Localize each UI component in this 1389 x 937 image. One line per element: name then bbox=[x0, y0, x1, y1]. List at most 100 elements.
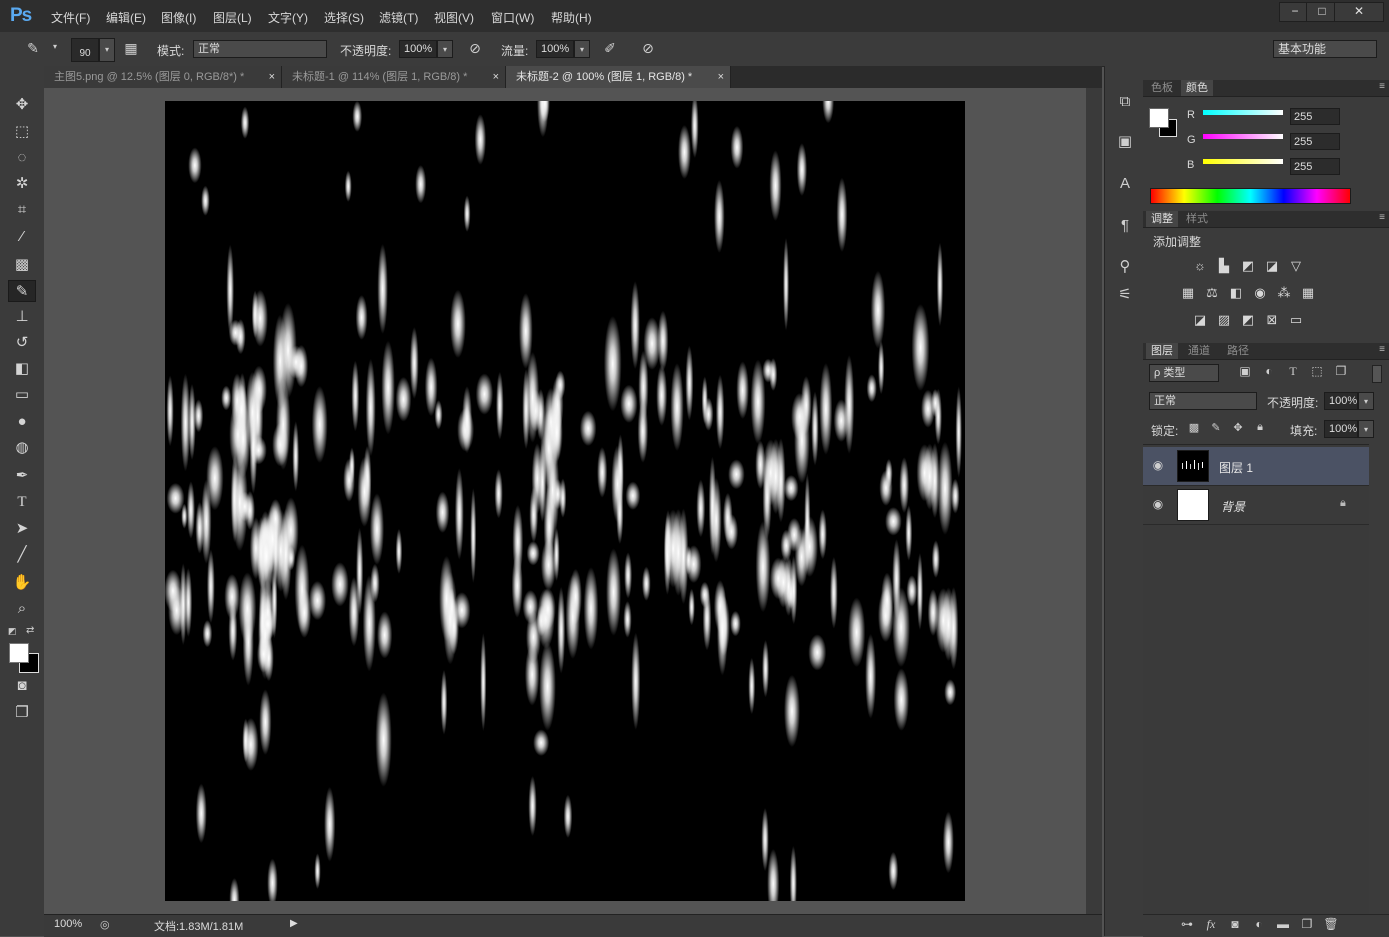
delete-layer-icon[interactable]: 🗑︎ bbox=[1323, 917, 1339, 931]
blur-tool-icon[interactable]: ● bbox=[8, 411, 36, 433]
threshold-icon[interactable]: ◩ bbox=[1239, 312, 1257, 328]
status-menu-icon[interactable]: ◎ bbox=[100, 918, 110, 931]
magic-wand-tool-icon[interactable]: ✲ bbox=[8, 173, 36, 195]
blue-value[interactable]: 255 bbox=[1290, 158, 1340, 175]
type-tool-icon[interactable]: T bbox=[8, 491, 36, 513]
fill-field[interactable]: 100% bbox=[1324, 420, 1358, 438]
foreground-color-swatch[interactable] bbox=[9, 643, 29, 663]
clone-stamp-tool-icon[interactable]: ⊥ bbox=[8, 306, 36, 328]
link-layers-icon[interactable]: ⊶ bbox=[1179, 917, 1195, 931]
tab-layers[interactable]: 图层 bbox=[1146, 343, 1178, 359]
swap-colors-icon[interactable]: ⇄ bbox=[26, 625, 34, 636]
levels-icon[interactable]: ▙ bbox=[1215, 258, 1233, 274]
posterize-icon[interactable]: ▨ bbox=[1215, 312, 1233, 328]
fill-dropdown[interactable]: ▾ bbox=[1358, 420, 1374, 438]
menu-type[interactable]: 文字(Y) bbox=[268, 9, 308, 26]
mode-select[interactable]: 正常 bbox=[193, 40, 327, 58]
workspace-switcher[interactable]: 基本功能 bbox=[1273, 40, 1377, 58]
hand-tool-icon[interactable]: ✋ bbox=[8, 572, 36, 594]
dodge-tool-icon[interactable]: ◍ bbox=[8, 437, 36, 459]
tab-adjustments[interactable]: 调整 bbox=[1146, 211, 1178, 227]
panel-menu-icon[interactable]: ≡ bbox=[1379, 212, 1385, 223]
type-filter-icon[interactable]: T bbox=[1285, 364, 1301, 379]
close-icon[interactable]: × bbox=[269, 66, 275, 88]
history-brush-tool-icon[interactable]: ↺ bbox=[8, 332, 36, 354]
pen-tool-icon[interactable]: ✒ bbox=[8, 465, 36, 487]
color-spectrum-bar[interactable] bbox=[1150, 188, 1351, 204]
exposure-icon[interactable]: ◪ bbox=[1263, 258, 1281, 274]
photo-filter-icon[interactable]: ◉ bbox=[1251, 285, 1269, 301]
smart-object-filter-icon[interactable]: ❐ bbox=[1333, 364, 1349, 378]
healing-brush-tool-icon[interactable]: ▩ bbox=[8, 254, 36, 276]
tab-doc-2[interactable]: 未标题-1 @ 114% (图层 1, RGB/8) * × bbox=[282, 66, 506, 88]
menu-edit[interactable]: 编辑(E) bbox=[106, 9, 146, 26]
red-value[interactable]: 255 bbox=[1290, 108, 1340, 125]
tab-paths[interactable]: 路径 bbox=[1222, 343, 1254, 359]
brush-preset-icon[interactable]: ✎ bbox=[22, 40, 44, 57]
red-slider[interactable] bbox=[1203, 110, 1283, 115]
fg-color-chip[interactable] bbox=[1149, 108, 1169, 128]
path-selection-tool-icon[interactable]: ➤ bbox=[8, 518, 36, 540]
visibility-eye-icon[interactable]: ◉ bbox=[1151, 497, 1165, 511]
curves-icon[interactable]: ◩ bbox=[1239, 258, 1257, 274]
invert-icon[interactable]: ◪ bbox=[1191, 312, 1209, 328]
gradient-tool-icon[interactable]: ▭ bbox=[8, 384, 36, 406]
airbrush-icon[interactable]: ✐ bbox=[600, 40, 620, 57]
brightness-icon[interactable]: ☼ bbox=[1191, 258, 1209, 274]
line-tool-icon[interactable]: ╱ bbox=[8, 544, 36, 566]
menu-layer[interactable]: 图层(L) bbox=[213, 9, 252, 26]
brush-tool-icon[interactable]: ✎ bbox=[8, 280, 36, 302]
paragraph-panel-icon[interactable]: ¶ bbox=[1115, 216, 1135, 236]
layer-opacity-dropdown[interactable]: ▾ bbox=[1358, 392, 1374, 410]
lasso-tool-icon[interactable]: ◌ bbox=[8, 147, 36, 169]
zoom-tool-icon[interactable]: ⌕ bbox=[8, 598, 36, 620]
black-white-icon[interactable]: ◧ bbox=[1227, 285, 1245, 301]
character-panel-icon[interactable]: A bbox=[1115, 174, 1135, 194]
zoom-level[interactable]: 100% bbox=[54, 918, 82, 930]
shape-filter-icon[interactable]: ⬚ bbox=[1309, 364, 1325, 378]
color-lookup-icon[interactable]: ▦ bbox=[1299, 285, 1317, 301]
pixel-filter-icon[interactable]: ▣ bbox=[1237, 364, 1253, 378]
flow-dropdown[interactable]: ▾ bbox=[574, 40, 590, 58]
panel-menu-icon[interactable]: ≡ bbox=[1379, 344, 1385, 355]
menu-window[interactable]: 窗口(W) bbox=[491, 9, 534, 26]
menu-help[interactable]: 帮助(H) bbox=[551, 9, 592, 26]
selective-color-icon[interactable]: ▭ bbox=[1287, 312, 1305, 328]
vibrance-icon[interactable]: ▽ bbox=[1287, 258, 1305, 274]
tab-doc-3[interactable]: 未标题-2 @ 100% (图层 1, RGB/8) * × bbox=[506, 66, 731, 88]
fx-icon[interactable]: fx bbox=[1203, 917, 1219, 932]
marquee-tool-icon[interactable]: ⬚ bbox=[8, 121, 36, 143]
crop-tool-icon[interactable]: ⌗ bbox=[8, 199, 36, 221]
status-arrow-icon[interactable]: ▶ bbox=[290, 918, 298, 929]
pressure-opacity-icon[interactable]: ⊘ bbox=[465, 40, 485, 57]
layer-name[interactable]: 背景 bbox=[1221, 498, 1245, 515]
layer-name[interactable]: 图层 1 bbox=[1219, 459, 1253, 476]
menu-filter[interactable]: 滤镜(T) bbox=[379, 9, 418, 26]
brush-preset-dropdown-icon[interactable]: ▾ bbox=[50, 42, 60, 51]
tool-presets-panel-icon[interactable]: ⚟ bbox=[1115, 285, 1135, 305]
color-balance-icon[interactable]: ⚖ bbox=[1203, 285, 1221, 301]
layer-row-selected[interactable]: ◉ 图层 1 bbox=[1143, 447, 1369, 486]
channel-mixer-icon[interactable]: ⁂ bbox=[1275, 285, 1293, 301]
filter-toggle[interactable] bbox=[1372, 365, 1382, 383]
default-colors-icon[interactable]: ◩ bbox=[8, 626, 17, 637]
gradient-map-icon[interactable]: ⊠ bbox=[1263, 312, 1281, 328]
brush-presets-panel-icon[interactable]: ⚲ bbox=[1115, 257, 1135, 277]
add-mask-icon[interactable]: ◙ bbox=[1227, 917, 1243, 931]
hue-saturation-icon[interactable]: ▦ bbox=[1179, 285, 1197, 301]
blue-slider[interactable] bbox=[1203, 159, 1283, 164]
history-panel-icon[interactable]: ⧉ bbox=[1115, 92, 1135, 112]
brush-size-field[interactable]: 90 bbox=[71, 38, 99, 62]
layer-row[interactable]: ◉ 背景 🔒︎ bbox=[1143, 486, 1369, 525]
close-button[interactable]: ✕ bbox=[1334, 2, 1384, 22]
opacity-field[interactable]: 100% bbox=[399, 40, 437, 58]
tab-channels[interactable]: 通道 bbox=[1183, 343, 1215, 359]
layer-filter-select[interactable]: ρ 类型 bbox=[1149, 364, 1219, 382]
quick-mask-icon[interactable]: ◙ bbox=[8, 675, 36, 697]
menu-file[interactable]: 文件(F) bbox=[51, 9, 90, 26]
tab-color[interactable]: 颜色 bbox=[1181, 80, 1213, 96]
lock-pixels-icon[interactable]: ✎ bbox=[1209, 421, 1223, 434]
eraser-tool-icon[interactable]: ◧ bbox=[8, 358, 36, 380]
opacity-dropdown[interactable]: ▾ bbox=[437, 40, 453, 58]
menu-image[interactable]: 图像(I) bbox=[161, 9, 196, 26]
